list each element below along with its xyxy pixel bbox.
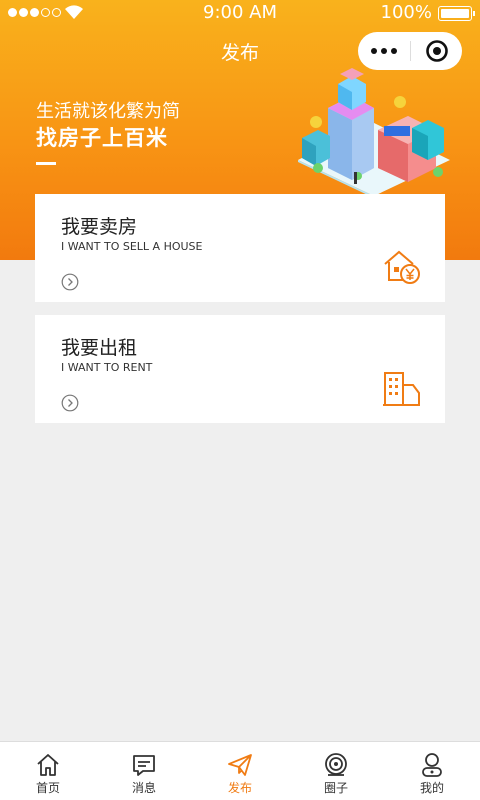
miniprogram-capsule [358, 32, 462, 70]
message-icon [133, 755, 155, 776]
tab-publish[interactable]: 发布 [192, 742, 288, 800]
battery-icon [438, 6, 475, 21]
tab-circle-label: 圈子 [323, 781, 348, 795]
tab-profile[interactable]: 我的 [384, 742, 480, 800]
home-icon [37, 754, 59, 776]
circle-icon [325, 753, 347, 776]
tab-message-label: 消息 [131, 781, 156, 795]
rent-title: 我要出租 [61, 337, 138, 359]
chevron-right-icon[interactable] [61, 273, 79, 291]
send-icon [228, 754, 252, 776]
banner-slogan: 生活就该化繁为简 [36, 101, 180, 122]
sell-house-subtitle: I WANT TO SELL A HOUSE [61, 240, 203, 253]
status-bar: 9:00 AM 100% [0, 0, 480, 26]
sell-house-title: 我要卖房 [61, 216, 138, 238]
rent-subtitle: I WANT TO RENT [61, 361, 153, 374]
buildings-icon [383, 372, 420, 406]
banner-underline [36, 162, 56, 165]
rent-card[interactable]: 我要出租 I WANT TO RENT [35, 315, 445, 423]
battery-percent: 100% [380, 2, 432, 23]
chevron-right-icon[interactable] [61, 394, 79, 412]
tab-message[interactable]: 消息 [96, 742, 192, 800]
more-button[interactable] [358, 48, 410, 54]
tab-home[interactable]: 首页 [0, 742, 96, 800]
house-yen-icon [384, 250, 420, 284]
tab-home-label: 首页 [35, 781, 60, 795]
sell-house-card[interactable]: 我要卖房 I WANT TO SELL A HOUSE [35, 194, 445, 302]
profile-icon [422, 753, 442, 777]
tab-circle[interactable]: 圈子 [288, 742, 384, 800]
close-button[interactable] [411, 39, 462, 63]
city-illustration [298, 68, 450, 198]
bottom-tab-bar: 首页 消息 发布 圈子 我的 [0, 741, 480, 800]
banner-headline: 找房子上百米 [36, 126, 168, 150]
target-close-icon [425, 40, 448, 62]
tab-profile-label: 我的 [419, 781, 444, 795]
tab-publish-label: 发布 [227, 781, 252, 795]
